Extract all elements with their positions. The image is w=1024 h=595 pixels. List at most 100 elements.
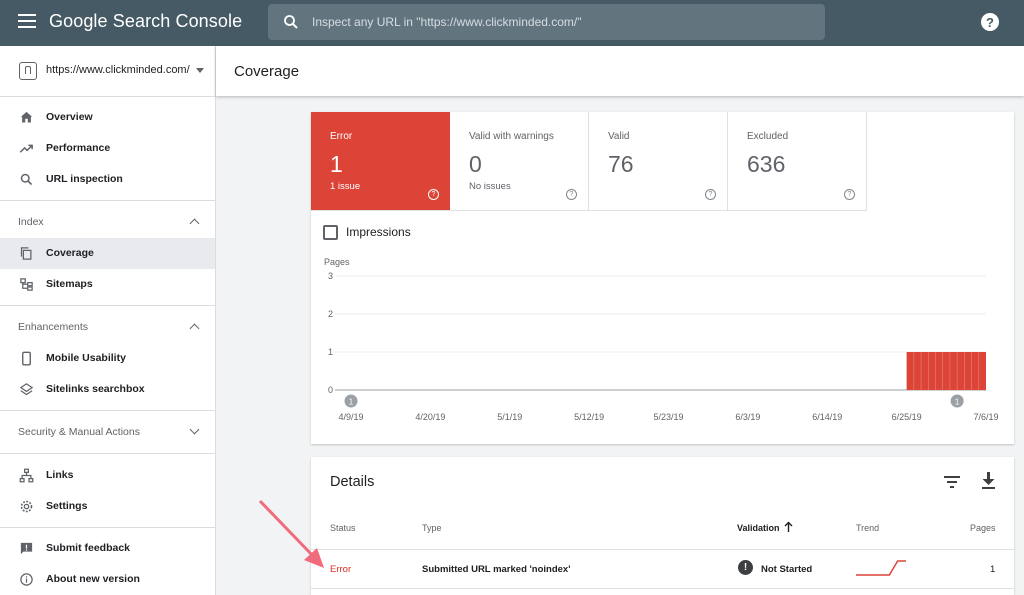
nav-links[interactable]: Links (0, 460, 215, 491)
col-pages[interactable]: Pages (970, 523, 996, 533)
col-type[interactable]: Type (422, 523, 442, 533)
help-icon[interactable]: ? (428, 189, 439, 200)
chevron-up-icon (189, 323, 200, 334)
nav-label: Links (46, 469, 74, 481)
divider (0, 410, 215, 411)
chevron-down-icon (189, 424, 200, 435)
nav-submit-feedback[interactable]: Submit feedback (0, 533, 215, 564)
coverage-card: Error 1 1 issue ? Valid with warnings 0 … (311, 112, 1014, 444)
property-url: https://www.clickminded.com/ (46, 64, 190, 76)
tile-label: Excluded (747, 131, 789, 142)
divider (311, 588, 1014, 589)
nav-url-inspection[interactable]: URL inspection (0, 164, 215, 195)
bar-segment (906, 352, 986, 390)
filter-icon[interactable] (944, 475, 960, 489)
nav-overview[interactable]: Overview (0, 102, 215, 133)
chevron-up-icon (189, 218, 200, 229)
nav-label: Sitelinks searchbox (46, 383, 145, 395)
annotation-label: 1 (955, 398, 960, 407)
info-icon (20, 573, 33, 586)
section-enhancements[interactable]: Enhancements (0, 312, 215, 342)
app-title: Google Search Console (49, 11, 243, 31)
page-title: Coverage (234, 63, 300, 80)
tile-label: Error (330, 131, 353, 142)
tile-sub: No issues (469, 181, 511, 192)
section-index[interactable]: Index (0, 207, 215, 237)
download-icon[interactable] (981, 472, 996, 489)
section-label: Security & Manual Actions (18, 426, 140, 438)
tile-value: 636 (747, 151, 786, 177)
url-inspection-search[interactable] (268, 4, 825, 40)
tile-valid[interactable]: Valid 76 ? (589, 112, 728, 211)
x-tick-label: 6/14/19 (812, 412, 842, 422)
feedback-icon (20, 542, 33, 555)
section-label: Enhancements (18, 321, 89, 333)
nav-label: Performance (46, 142, 111, 154)
col-validation[interactable]: Validation (737, 523, 780, 533)
help-icon[interactable]: ? (566, 189, 577, 200)
nav-label: Mobile Usability (46, 352, 126, 364)
nav-sitelinks-searchbox[interactable]: Sitelinks searchbox (0, 374, 215, 405)
tile-value: 76 (608, 151, 634, 177)
col-trend[interactable]: Trend (856, 523, 879, 533)
search-input[interactable] (312, 4, 812, 40)
row-validation: Not Started (761, 564, 813, 575)
impressions-toggle[interactable]: Impressions (323, 223, 411, 241)
sidebar: https://www.clickminded.com/ Overview Pe… (0, 46, 216, 595)
help-icon[interactable]: ? (981, 13, 999, 31)
nav-label: About new version (46, 573, 140, 585)
arrow-up-icon[interactable] (784, 521, 793, 532)
tile-value: 1 (330, 151, 343, 177)
tile-sub: 1 issue (330, 181, 361, 192)
x-tick-label: 4/9/19 (338, 412, 363, 422)
section-security[interactable]: Security & Manual Actions (0, 417, 215, 447)
impressions-label: Impressions (346, 225, 411, 239)
trend-sparkline (856, 560, 906, 576)
tile-error[interactable]: Error 1 1 issue ? (311, 112, 450, 211)
nav-label: Overview (46, 111, 93, 123)
tile-label: Valid (608, 131, 630, 142)
col-status[interactable]: Status (330, 523, 356, 533)
divider (0, 305, 215, 306)
row-pages: 1 (990, 564, 996, 575)
x-tick-label: 5/23/19 (653, 412, 683, 422)
nav-mobile-usability[interactable]: Mobile Usability (0, 343, 215, 374)
page-header: Coverage (216, 46, 1024, 96)
y-tick-label: 3 (328, 271, 333, 281)
property-selector[interactable]: https://www.clickminded.com/ (0, 46, 215, 96)
row-type: Submitted URL marked 'noindex' (422, 564, 571, 575)
nav-sitemaps[interactable]: Sitemaps (0, 269, 215, 300)
nav-label: Coverage (46, 247, 94, 259)
tile-excluded[interactable]: Excluded 636 ? (728, 112, 867, 211)
gear-icon (20, 500, 33, 513)
x-tick-label: 6/3/19 (735, 412, 760, 422)
tile-valid-with-warnings[interactable]: Valid with warnings 0 No issues ? (450, 112, 589, 211)
nav-coverage[interactable]: Coverage (0, 238, 215, 269)
help-icon[interactable]: ? (844, 189, 855, 200)
row-status: Error (330, 564, 352, 575)
x-tick-label: 4/20/19 (415, 412, 445, 422)
menu-icon[interactable] (18, 14, 36, 28)
nav-settings[interactable]: Settings (0, 491, 215, 522)
section-label: Index (18, 216, 44, 228)
alert-icon: ! (738, 560, 753, 575)
y-tick-label: 0 (328, 385, 333, 395)
trending-up-icon (19, 144, 33, 153)
help-icon[interactable]: ? (705, 189, 716, 200)
details-card: Details Status Type Validation Trend Pag… (311, 457, 1014, 595)
divider (0, 96, 215, 97)
caret-down-icon (196, 68, 204, 73)
table-row[interactable]: Error Submitted URL marked 'noindex' ! N… (311, 550, 1014, 588)
nav-label: Submit feedback (46, 542, 131, 554)
home-icon (20, 111, 33, 123)
annotation-label: 1 (349, 398, 354, 407)
impressions-checkbox[interactable] (323, 224, 338, 240)
copy-icon (20, 247, 32, 260)
nav-label: Sitemaps (46, 278, 93, 290)
nav-about-new-version[interactable]: About new version (0, 564, 215, 595)
nav-performance[interactable]: Performance (0, 133, 215, 164)
phone-icon (22, 351, 31, 366)
tile-value: 0 (469, 151, 482, 177)
coverage-chart: Pages 0 1 2 3 4/9/19 4/20/19 5/1/19 5/12/19 5/23/… (324, 257, 999, 422)
y-tick-label: 1 (328, 347, 333, 357)
